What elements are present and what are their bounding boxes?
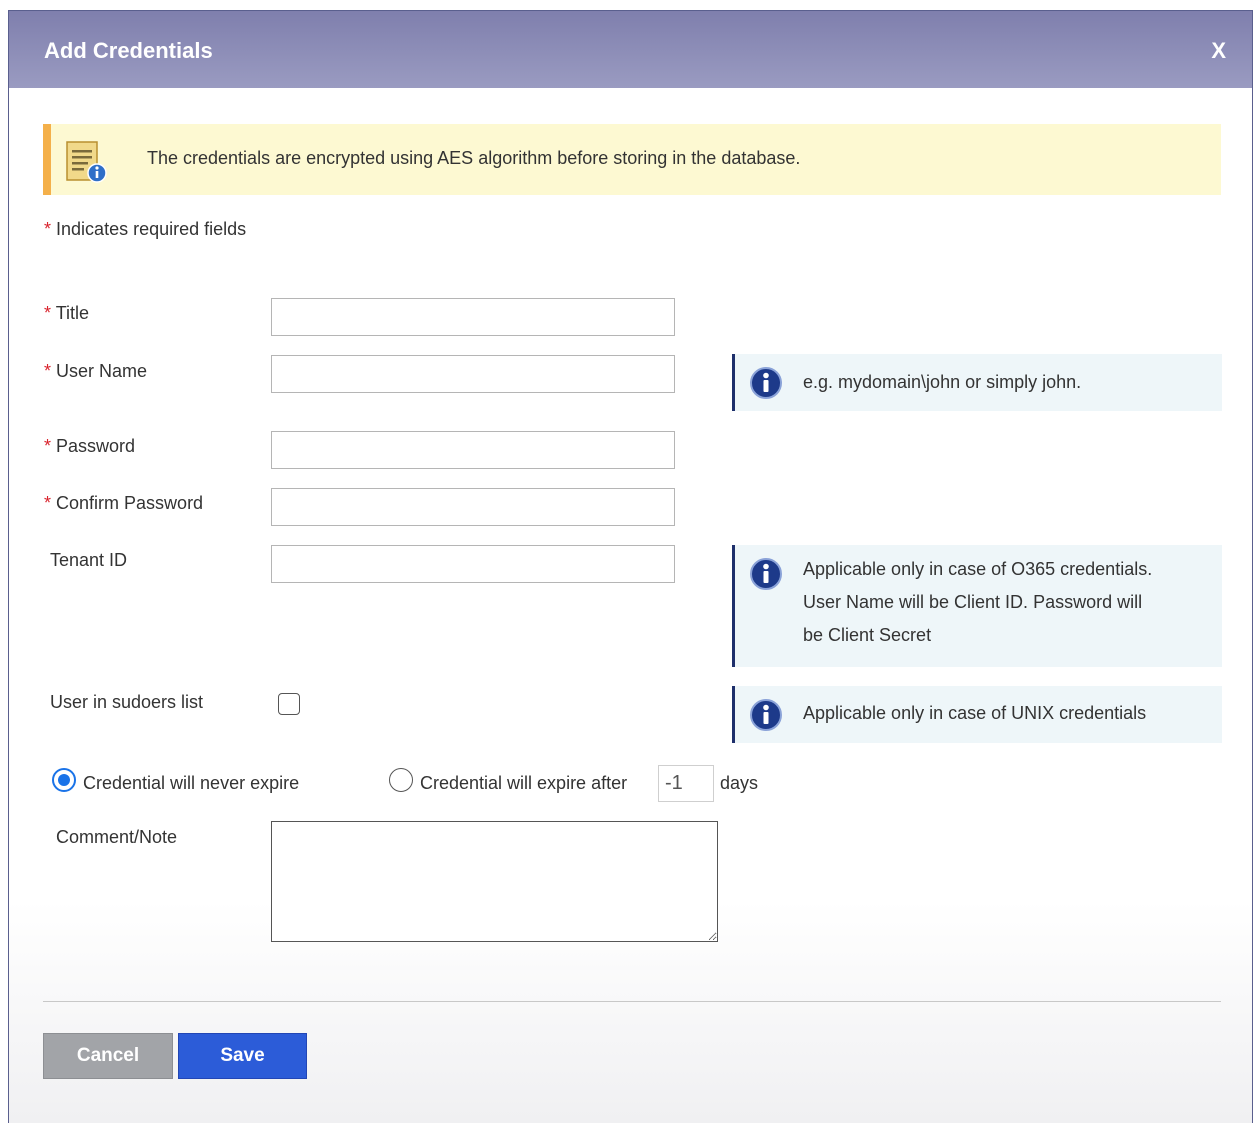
tenant-id-input[interactable]: [271, 545, 675, 583]
never-expire-label: Credential will never expire: [83, 773, 300, 793]
close-button[interactable]: X: [1211, 38, 1226, 64]
info-icon: [749, 366, 783, 405]
confirm-password-input[interactable]: [271, 488, 675, 526]
user-name-input[interactable]: [271, 355, 675, 393]
never-expire-radio[interactable]: [52, 768, 76, 792]
user-name-hint: e.g. mydomain\john or simply john.: [732, 354, 1222, 411]
document-info-icon: [65, 140, 109, 189]
sudoers-label: User in sudoers list: [50, 692, 204, 712]
encryption-notice: The credentials are encrypted using AES …: [43, 124, 1221, 195]
title-input[interactable]: [271, 298, 675, 336]
sudoers-checkbox[interactable]: [278, 693, 300, 715]
dialog-title-bar: Add Credentials X: [9, 11, 1252, 88]
days-unit-label: days: [720, 773, 759, 793]
password-label: * Password: [44, 436, 136, 456]
add-credentials-dialog: Add Credentials X The credentials are en…: [8, 10, 1253, 1123]
footer-divider: [43, 1001, 1221, 1002]
tenant-id-label: Tenant ID: [50, 550, 128, 570]
info-icon: [749, 698, 783, 737]
expire-days-input[interactable]: [658, 765, 714, 802]
user-name-label: * User Name: [44, 361, 148, 381]
notice-text: The credentials are encrypted using AES …: [147, 148, 801, 168]
comment-label: Comment/Note: [56, 827, 178, 847]
title-label: * Title: [44, 303, 90, 323]
password-input[interactable]: [271, 431, 675, 469]
comment-textarea[interactable]: [271, 821, 718, 942]
tenant-id-hint: Applicable only in case of O365 credenti…: [732, 545, 1222, 667]
dialog-title: Add Credentials: [44, 38, 213, 63]
required-fields-note: * Indicates required fields: [44, 219, 247, 239]
info-icon: [749, 557, 783, 596]
confirm-password-label: * Confirm Password: [44, 493, 204, 513]
hint-text: e.g. mydomain\john or simply john.: [803, 372, 1082, 392]
expire-after-radio[interactable]: [389, 768, 413, 792]
save-button[interactable]: Save: [178, 1033, 307, 1079]
expire-after-label: Credential will expire after: [420, 773, 628, 793]
cancel-button[interactable]: Cancel: [43, 1033, 173, 1079]
hint-text: Applicable only in case of UNIX credenti…: [803, 703, 1147, 723]
hint-text: Applicable only in case of O365 credenti…: [803, 559, 1153, 645]
sudoers-hint: Applicable only in case of UNIX credenti…: [732, 686, 1222, 743]
